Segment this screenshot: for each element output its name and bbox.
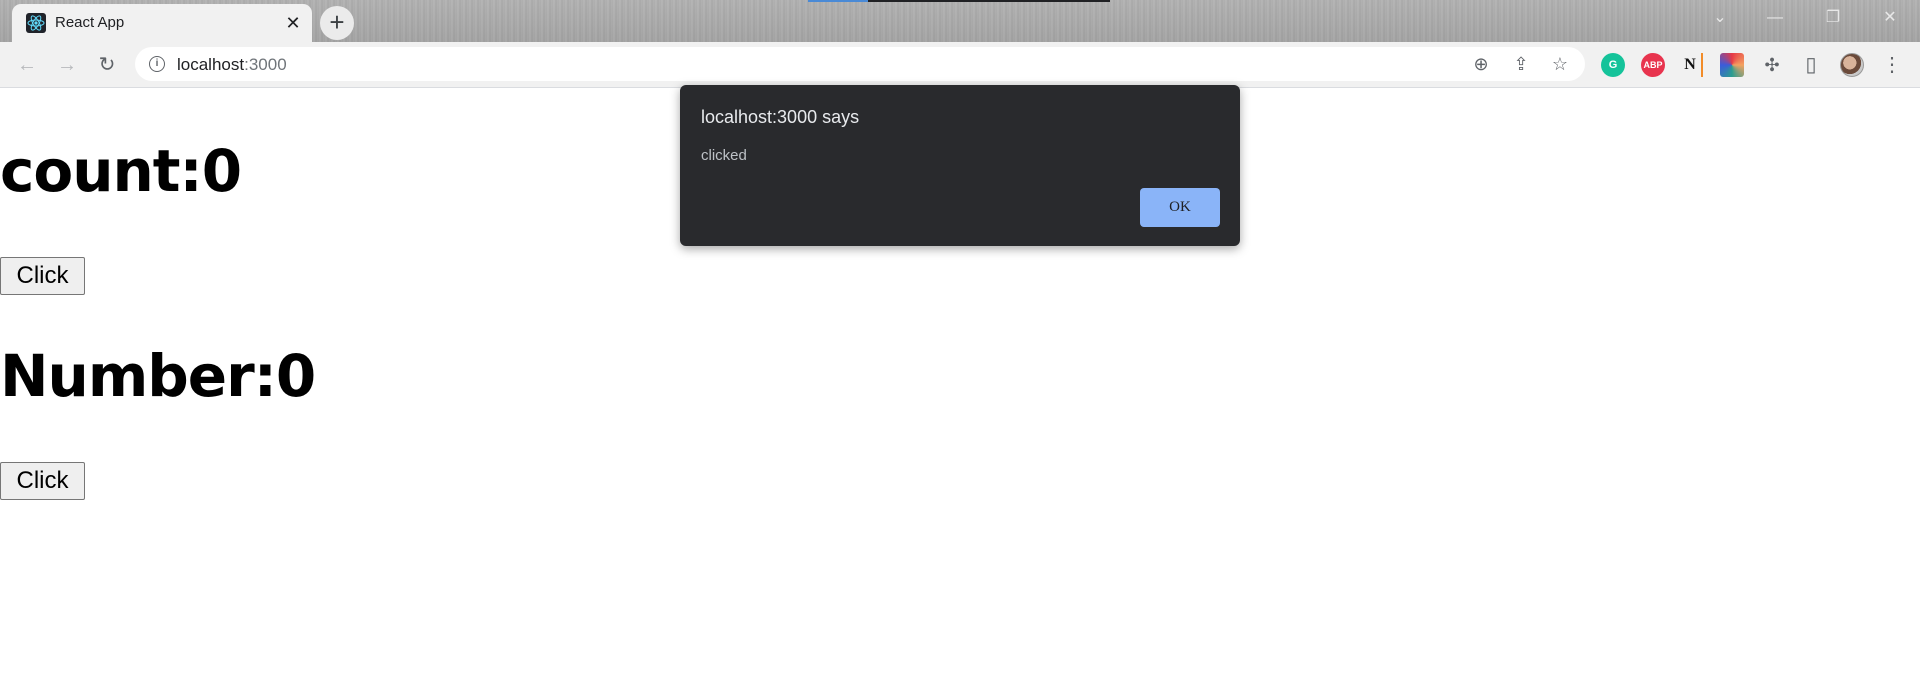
- address-port: :3000: [244, 55, 287, 74]
- dialog-message: clicked: [701, 147, 747, 164]
- menu-icon[interactable]: ⋮: [1878, 51, 1906, 79]
- extension-colorful-icon[interactable]: [1720, 53, 1744, 77]
- react-logo-icon: [26, 13, 46, 33]
- ok-button[interactable]: OK: [1140, 188, 1220, 227]
- dialog-title: localhost:3000 says: [701, 107, 860, 127]
- click-button-number[interactable]: Click: [0, 462, 85, 500]
- notion-icon[interactable]: N: [1679, 53, 1703, 77]
- alert-dialog: localhost:3000 says clicked OK: [680, 85, 1240, 246]
- reload-button[interactable]: ↻: [93, 51, 121, 79]
- browser-toolbar: ← → ↻ i localhost:3000 ⊕ ⇪ ☆ G ABP N ✣ ▯…: [0, 42, 1920, 88]
- grammarly-icon[interactable]: G: [1601, 53, 1625, 77]
- share-icon[interactable]: ⇪: [1510, 53, 1532, 75]
- number-heading: Number:0: [0, 342, 316, 410]
- count-heading: count:0: [0, 137, 242, 205]
- adblock-plus-icon[interactable]: ABP: [1641, 53, 1665, 77]
- address-url: localhost:3000: [177, 55, 287, 75]
- tab-search-icon[interactable]: ⌄: [1705, 6, 1735, 30]
- bookmark-star-icon[interactable]: ☆: [1549, 53, 1571, 75]
- forward-button[interactable]: →: [53, 51, 81, 79]
- restore-button[interactable]: ❐: [1818, 6, 1848, 30]
- tab-close-icon[interactable]: ✕: [282, 12, 304, 34]
- zoom-icon[interactable]: ⊕: [1470, 53, 1492, 75]
- back-button[interactable]: ←: [13, 51, 41, 79]
- tab-title: React App: [55, 14, 125, 31]
- close-window-button[interactable]: ✕: [1875, 6, 1905, 30]
- tab-strip-indicator-accent: [808, 0, 868, 2]
- address-bar[interactable]: i localhost:3000 ⊕ ⇪ ☆: [135, 47, 1585, 81]
- new-tab-button[interactable]: +: [320, 6, 354, 40]
- site-info-icon[interactable]: i: [149, 56, 165, 72]
- tab-react-app[interactable]: React App ✕: [12, 4, 312, 42]
- click-button-count[interactable]: Click: [0, 257, 85, 295]
- address-host: localhost: [177, 55, 245, 74]
- minimize-button[interactable]: —: [1760, 6, 1790, 30]
- profile-avatar[interactable]: [1840, 53, 1864, 77]
- extensions-puzzle-icon[interactable]: ✣: [1758, 51, 1786, 79]
- side-panel-icon[interactable]: ▯: [1797, 51, 1825, 79]
